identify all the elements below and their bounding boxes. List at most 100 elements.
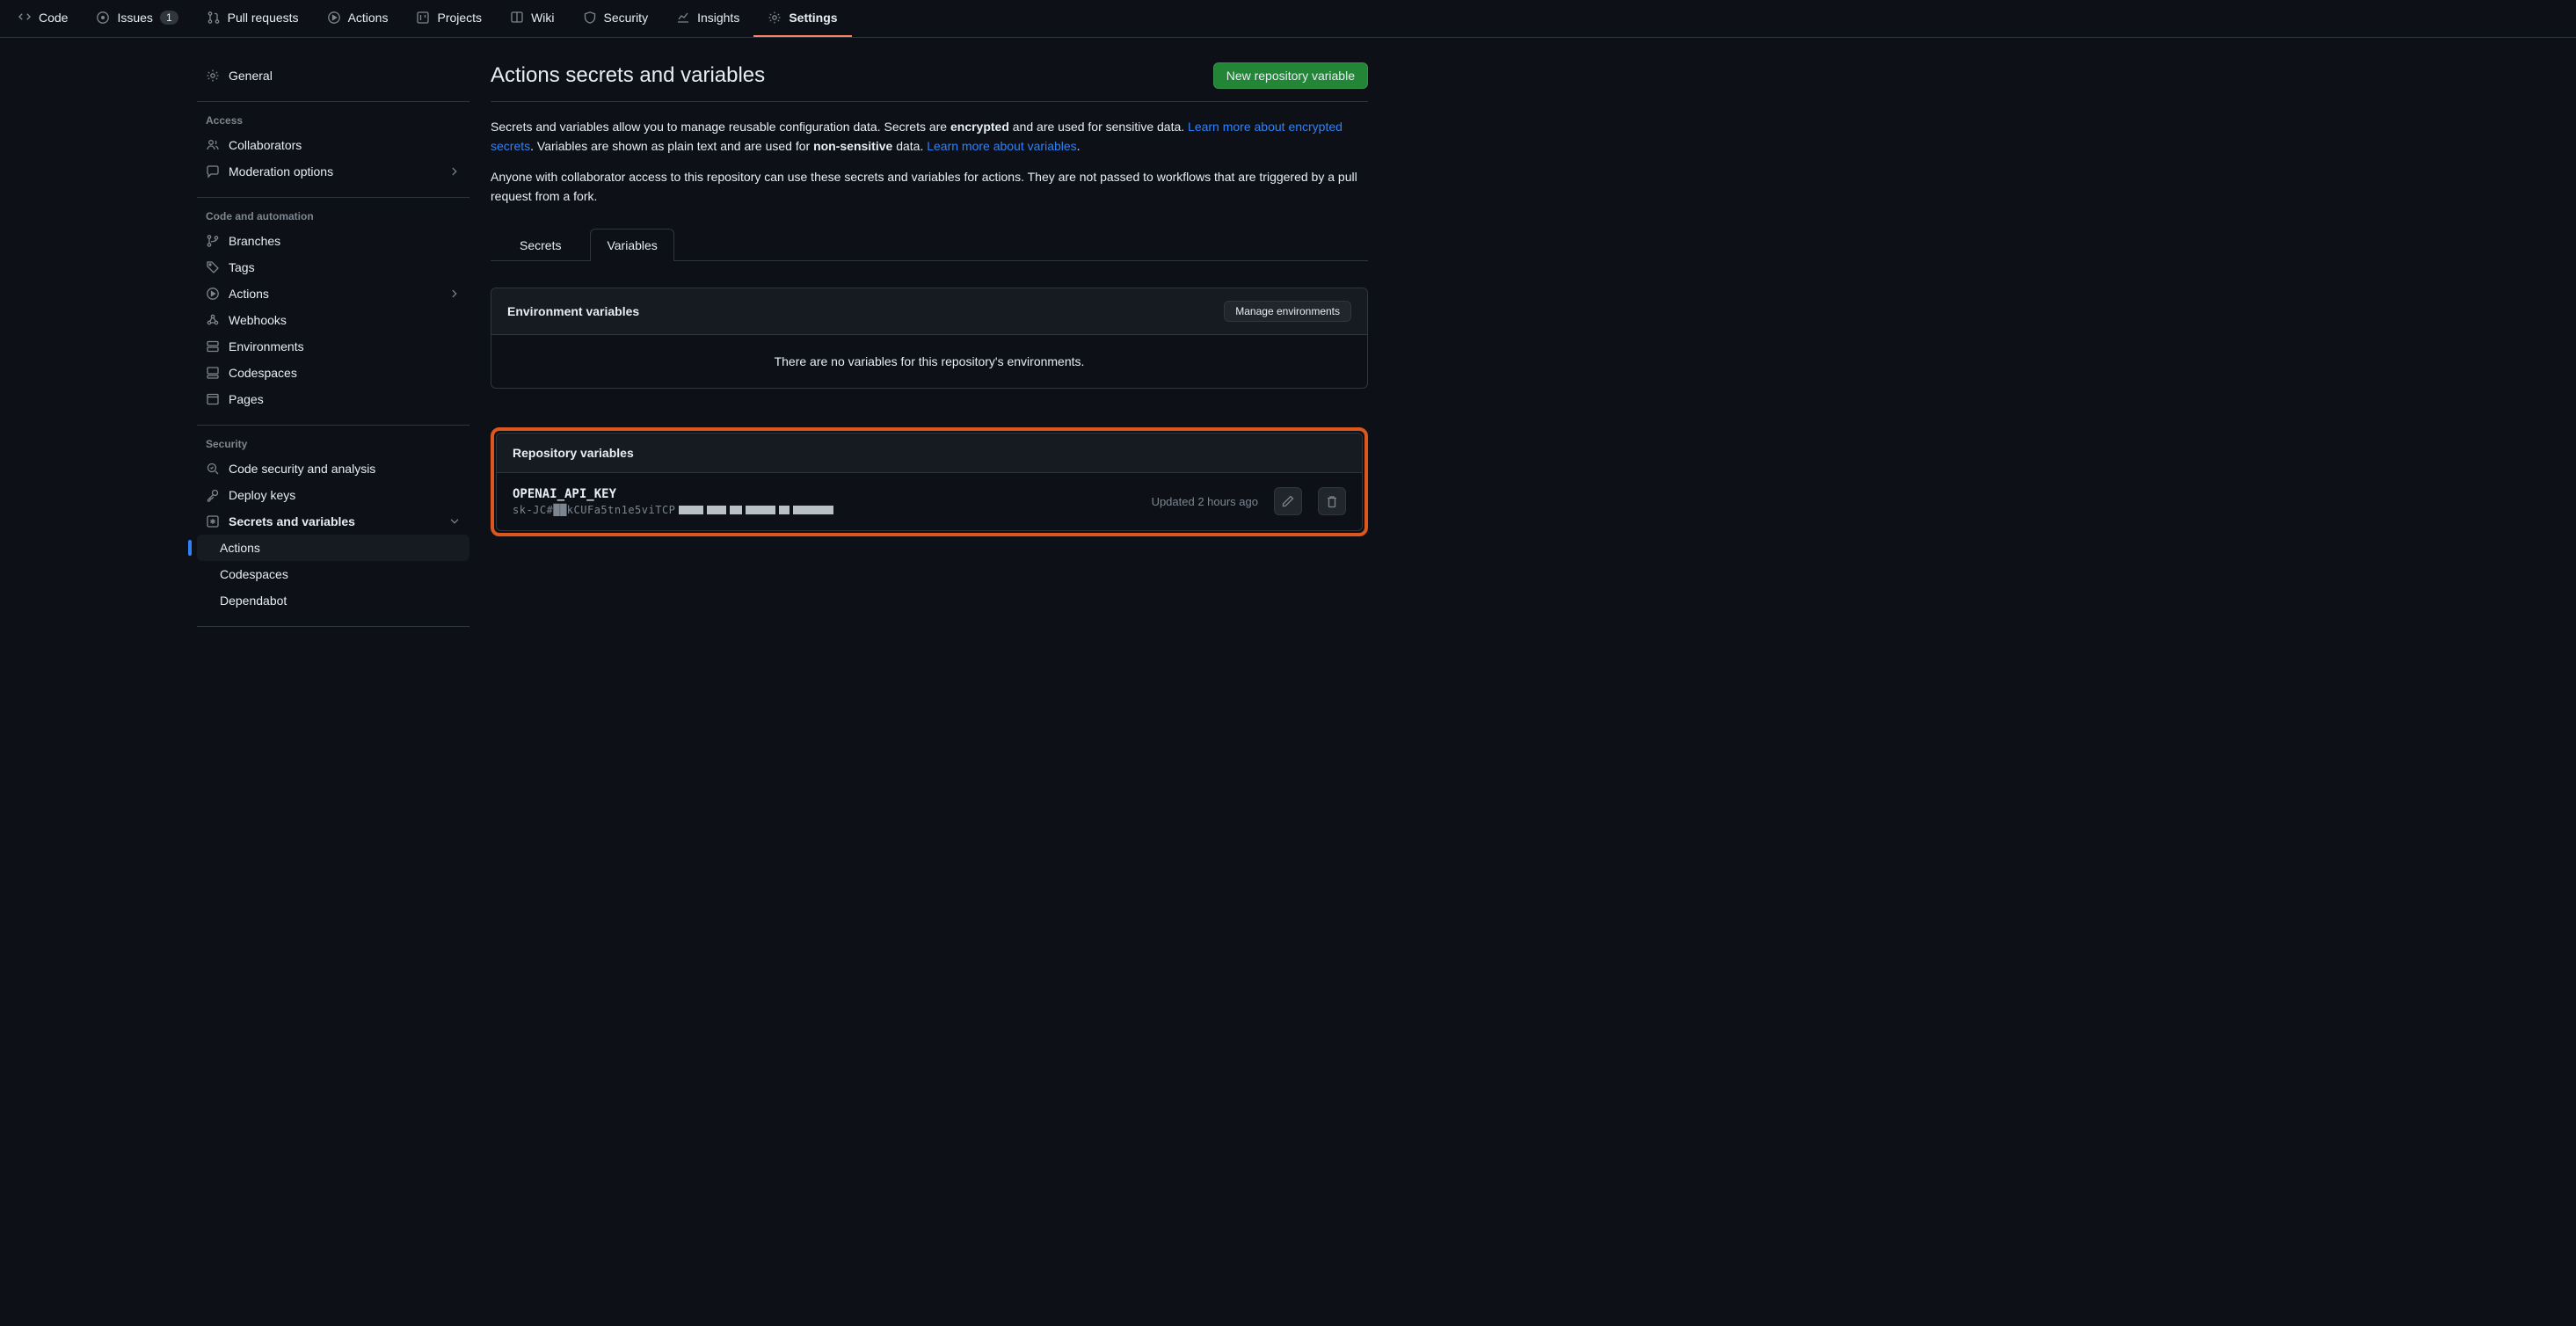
sidebar-item-label: Codespaces [229, 366, 297, 380]
sidebar-item-environments[interactable]: Environments [197, 333, 469, 360]
variable-row: OPENAI_API_KEY sk-JC#██kCUFa5tn1e5viTCP … [497, 473, 1362, 530]
variable-name: OPENAI_API_KEY [513, 487, 1136, 501]
sidebar-item-label: Actions [220, 541, 260, 555]
sidebar-item-label: Collaborators [229, 138, 302, 152]
tab-wiki[interactable]: Wiki [496, 0, 568, 37]
redaction-block [679, 506, 703, 514]
pencil-icon [1281, 494, 1295, 508]
text-bold: encrypted [950, 120, 1009, 134]
gear-icon [768, 11, 782, 25]
tab-insights[interactable]: Insights [662, 0, 753, 37]
repository-variables-highlight: Repository variables OPENAI_API_KEY sk-J… [491, 427, 1368, 536]
main-content: Actions secrets and variables New reposi… [491, 62, 1368, 639]
tab-variables[interactable]: Variables [590, 229, 673, 261]
book-icon [510, 11, 524, 25]
redaction-block [730, 506, 742, 514]
sidebar-item-label: Tags [229, 260, 255, 274]
sidebar-item-deploy-keys[interactable]: Deploy keys [197, 482, 469, 508]
description-paragraph-1: Secrets and variables allow you to manag… [491, 118, 1368, 156]
manage-environments-button[interactable]: Manage environments [1224, 301, 1351, 322]
pull-request-icon [207, 11, 221, 25]
text: . [1077, 139, 1081, 153]
sidebar-item-codespaces[interactable]: Codespaces [197, 360, 469, 386]
repository-variables-box: Repository variables OPENAI_API_KEY sk-J… [496, 433, 1363, 531]
sidebar-item-pages[interactable]: Pages [197, 386, 469, 412]
server-icon [206, 339, 220, 353]
variable-updated-text: Updated 2 hours ago [1152, 495, 1258, 508]
sidebar-item-label: Codespaces [220, 567, 288, 581]
sidebar-sub-actions[interactable]: Actions [197, 535, 469, 561]
tab-security-label: Security [604, 11, 649, 25]
sidebar-item-label: Environments [229, 339, 304, 353]
sidebar-item-branches[interactable]: Branches [197, 228, 469, 254]
env-variables-empty-text: There are no variables for this reposito… [491, 335, 1367, 388]
tab-pulls[interactable]: Pull requests [193, 0, 313, 37]
tab-actions[interactable]: Actions [313, 0, 403, 37]
asterisk-icon [206, 514, 220, 528]
tab-issues[interactable]: Issues 1 [82, 0, 192, 37]
tag-icon [206, 260, 220, 274]
play-icon [206, 287, 220, 301]
sidebar-item-label: Code security and analysis [229, 462, 375, 476]
redaction-block [707, 506, 726, 514]
secrets-variables-tabs: Secrets Variables [491, 228, 1368, 261]
new-repository-variable-button[interactable]: New repository variable [1213, 62, 1368, 89]
redaction-block [793, 506, 833, 514]
text: . Variables are shown as plain text and … [530, 139, 813, 153]
sidebar-item-label: Secrets and variables [229, 514, 355, 528]
trash-icon [1325, 494, 1339, 508]
sidebar-section-automation: Code and automation [197, 210, 469, 228]
webhook-icon [206, 313, 220, 327]
sidebar-sub-codespaces[interactable]: Codespaces [197, 561, 469, 587]
chevron-right-icon [448, 165, 461, 178]
sidebar-sub-dependabot[interactable]: Dependabot [197, 587, 469, 614]
sidebar-item-code-security[interactable]: Code security and analysis [197, 455, 469, 482]
sidebar-item-label: Pages [229, 392, 264, 406]
tab-security[interactable]: Security [569, 0, 663, 37]
text-bold: non-sensitive [813, 139, 892, 153]
repo-nav: Code Issues 1 Pull requests Actions Proj… [0, 0, 2576, 38]
gear-icon [206, 69, 220, 83]
sidebar-item-actions[interactable]: Actions [197, 280, 469, 307]
sidebar-item-label: Actions [229, 287, 269, 301]
sidebar-item-general[interactable]: General [197, 62, 469, 89]
env-variables-heading: Environment variables [507, 304, 639, 318]
edit-variable-button[interactable] [1274, 487, 1302, 515]
delete-variable-button[interactable] [1318, 487, 1346, 515]
sidebar-item-moderation[interactable]: Moderation options [197, 158, 469, 185]
shield-icon [583, 11, 597, 25]
page-title: Actions secrets and variables [491, 63, 765, 88]
codescan-icon [206, 462, 220, 476]
play-icon [327, 11, 341, 25]
projects-icon [416, 11, 430, 25]
description-paragraph-2: Anyone with collaborator access to this … [491, 168, 1368, 206]
learn-more-variables-link[interactable]: Learn more about variables [927, 139, 1076, 153]
tab-settings[interactable]: Settings [753, 0, 851, 37]
tab-secrets[interactable]: Secrets [503, 229, 578, 261]
people-icon [206, 138, 220, 152]
tab-code[interactable]: Code [4, 0, 82, 37]
variable-value-masked: sk-JC#██kCUFa5tn1e5viTCP [513, 504, 1136, 516]
sidebar-item-tags[interactable]: Tags [197, 254, 469, 280]
sidebar-item-secrets-variables[interactable]: Secrets and variables [197, 508, 469, 535]
tab-settings-label: Settings [789, 11, 837, 25]
sidebar-item-collaborators[interactable]: Collaborators [197, 132, 469, 158]
text: Secrets and variables allow you to manag… [491, 120, 950, 134]
settings-sidebar: General Access Collaborators Moderation … [197, 62, 469, 639]
chevron-right-icon [448, 288, 461, 300]
text: sk-JC#██kCUFa5tn1e5viTCP [513, 504, 675, 516]
tab-projects-label: Projects [437, 11, 482, 25]
sidebar-item-label: Webhooks [229, 313, 287, 327]
graph-icon [676, 11, 690, 25]
tab-projects[interactable]: Projects [402, 0, 496, 37]
sidebar-item-label: General [229, 69, 273, 83]
sidebar-item-label: Branches [229, 234, 280, 248]
sidebar-item-label: Dependabot [220, 594, 287, 608]
code-icon [18, 11, 32, 25]
browser-icon [206, 392, 220, 406]
key-icon [206, 488, 220, 502]
tab-actions-label: Actions [348, 11, 389, 25]
codespaces-icon [206, 366, 220, 380]
sidebar-item-webhooks[interactable]: Webhooks [197, 307, 469, 333]
sidebar-item-label: Deploy keys [229, 488, 295, 502]
